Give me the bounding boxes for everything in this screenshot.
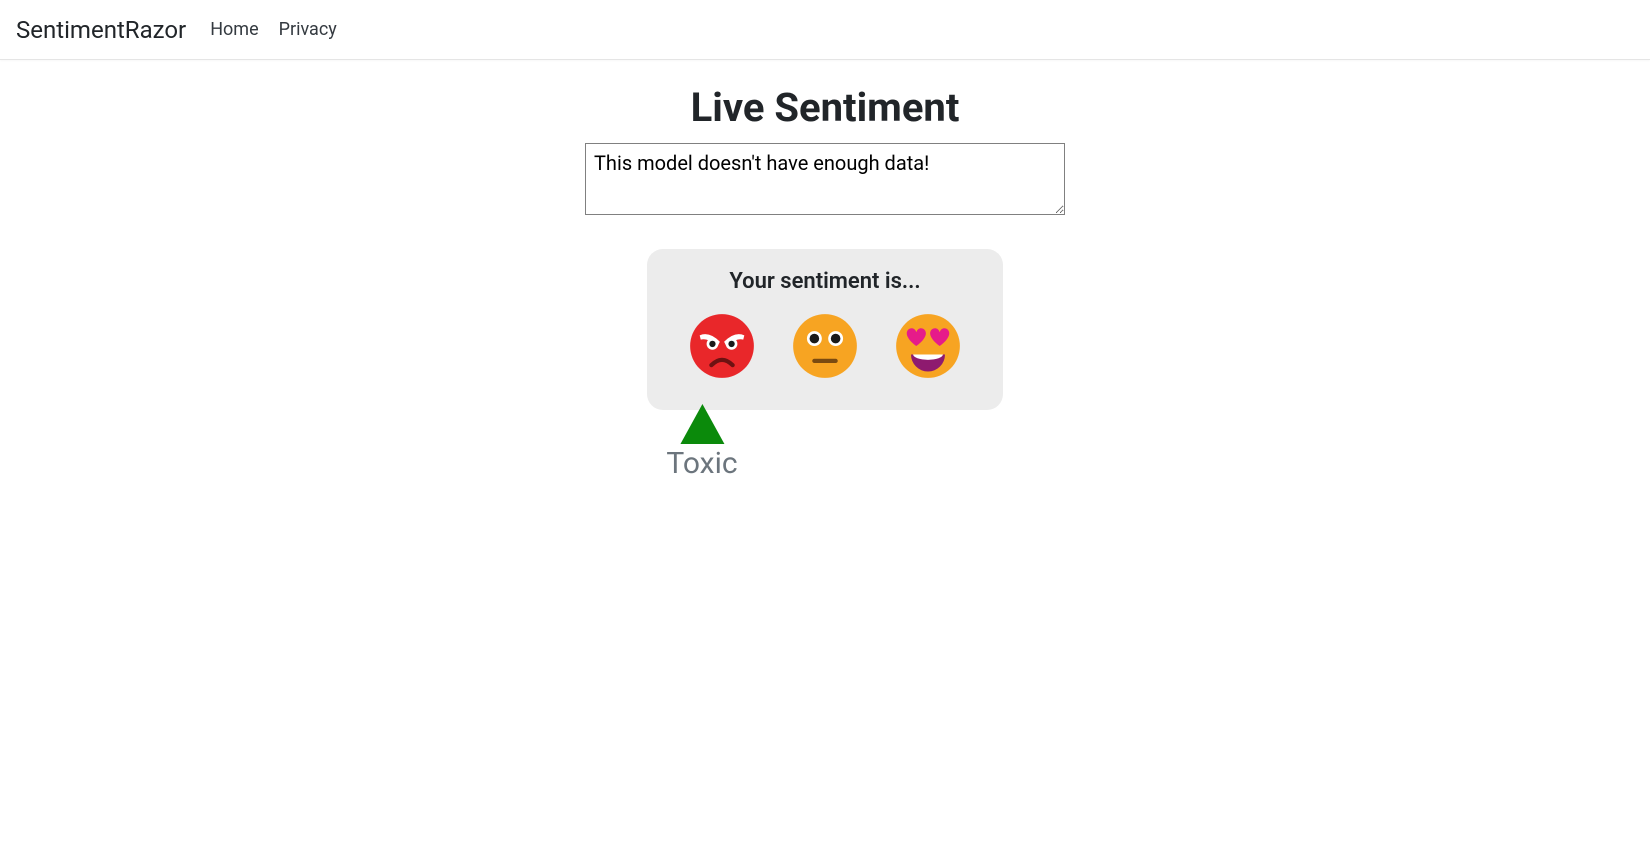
result-marker: Toxic xyxy=(666,404,737,481)
angry-face-icon xyxy=(688,312,756,380)
main-content: Live Sentiment Your sentiment is... xyxy=(0,60,1650,410)
heart-eyes-face-icon xyxy=(894,312,962,380)
input-wrap xyxy=(0,143,1650,215)
brand-link[interactable]: SentimentRazor xyxy=(16,16,186,44)
card-title: Your sentiment is... xyxy=(671,269,979,294)
navbar: SentimentRazor Home Privacy xyxy=(0,0,1650,60)
result-label: Toxic xyxy=(666,446,737,481)
marker-triangle-icon xyxy=(680,404,724,444)
sentiment-input[interactable] xyxy=(585,143,1065,215)
nav-home-link[interactable]: Home xyxy=(210,19,258,40)
nav-privacy-link[interactable]: Privacy xyxy=(279,19,337,40)
card-wrap: Your sentiment is... xyxy=(0,249,1650,410)
sentiment-card: Your sentiment is... xyxy=(647,249,1003,410)
neutral-face-icon xyxy=(791,312,859,380)
emoji-row xyxy=(671,312,979,380)
page-title: Live Sentiment xyxy=(0,84,1650,131)
